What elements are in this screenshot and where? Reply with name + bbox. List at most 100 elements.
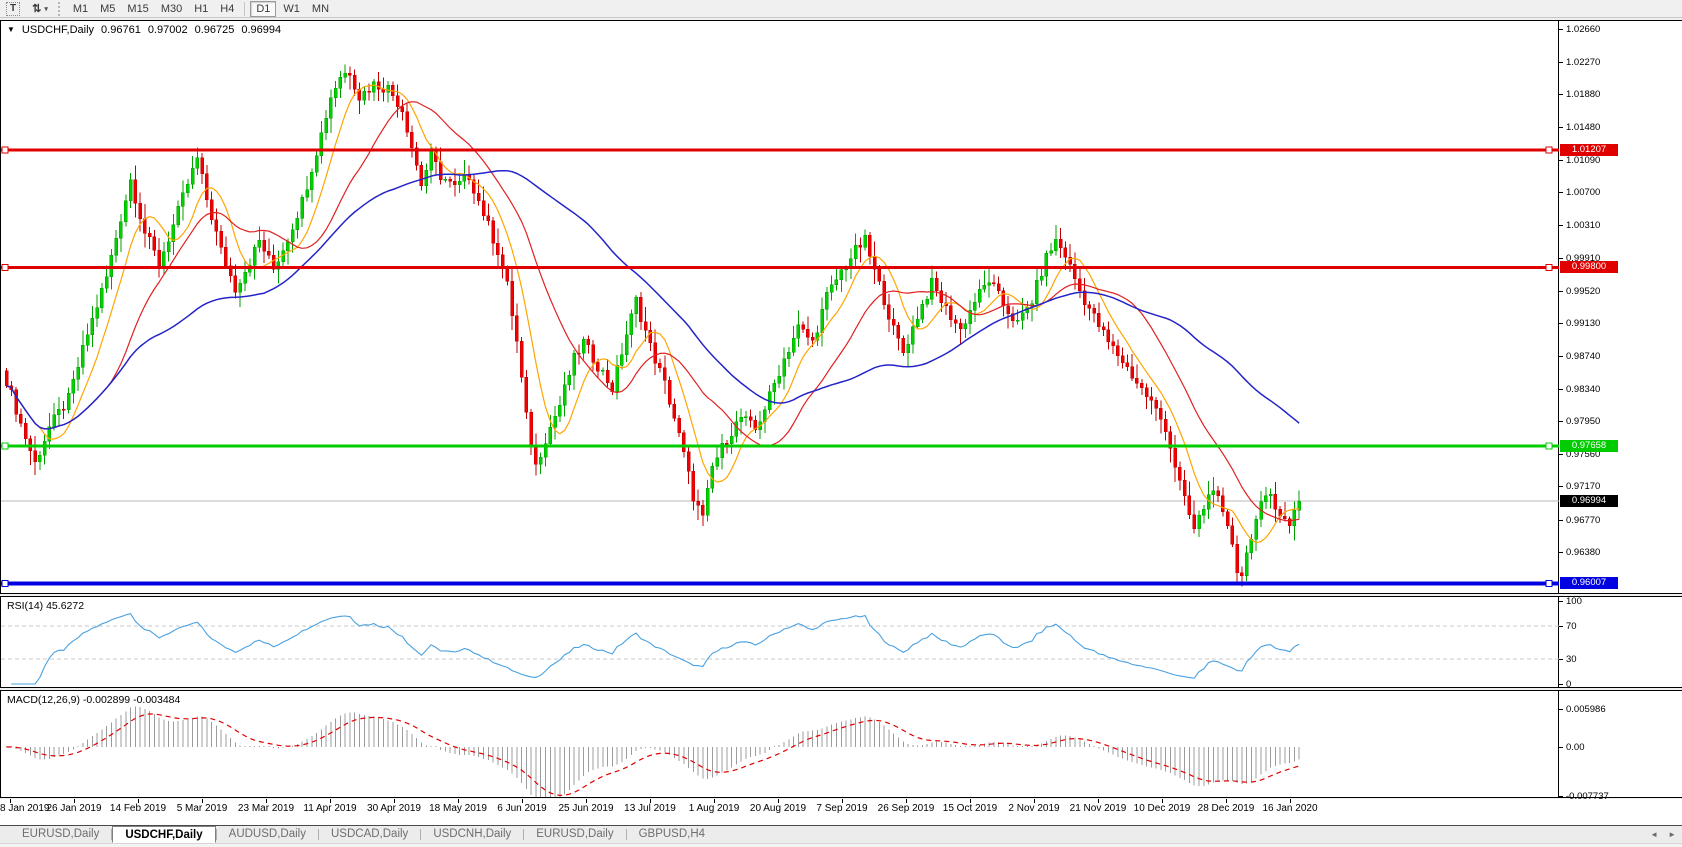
tab-scroll-buttons: ◄ ► [1650,826,1676,843]
axis-tick [1559,291,1563,292]
axis-tick [1559,127,1563,128]
ohlc-high: 0.97002 [148,24,188,36]
chart-tab-gbpusd-h4[interactable]: GBPUSD,H4 [627,826,717,843]
rsi-svg [1,597,1559,689]
timeframe-button-m15[interactable]: M15 [122,1,153,17]
chevron-down-icon: ▾ [44,5,48,13]
timeframe-button-w1[interactable]: W1 [278,1,305,17]
timeframe-button-m5[interactable]: M5 [95,1,120,17]
axis-tick [1559,29,1563,30]
date-label: 13 Jul 2019 [624,803,676,814]
price-axis-label: 1.01090 [1566,155,1600,166]
axis-tick [1559,709,1563,710]
macd-title: MACD(12,26,9) -0.002899 -0.003484 [7,694,180,706]
rsi-plot[interactable]: RSI(14) 45.6272 [0,597,1559,687]
chart-tab-usdchf-daily[interactable]: USDCHF,Daily [112,826,215,843]
price-axis-label: 0.99130 [1566,318,1600,329]
hline-handle [2,443,8,449]
price-axis[interactable]: 1.026601.022701.018801.014801.010901.007… [1559,21,1682,593]
price-axis-label: 0.98340 [1566,384,1600,395]
date-label: 2 Nov 2019 [1008,803,1059,814]
ma-fast-line [7,85,1300,543]
axis-tick [1559,258,1563,259]
rsi-title: RSI(14) 45.6272 [7,600,84,612]
date-label: 11 Apr 2019 [303,803,356,814]
hline-handle [1546,443,1552,449]
hline-handle [2,264,8,270]
axis-tick [1559,454,1563,455]
rsi-axis[interactable]: 10070300 [1559,597,1682,687]
date-label: 25 Jun 2019 [558,803,613,814]
date-label: 21 Nov 2019 [1070,803,1127,814]
axis-tick [1559,486,1563,487]
price-axis-label: 1.00310 [1566,220,1600,231]
date-label: 10 Dec 2019 [1134,803,1191,814]
date-label: 28 Dec 2019 [1198,803,1255,814]
macd-svg [1,691,1559,799]
chart-tab-eurusd-daily[interactable]: EURUSD,Daily [524,826,625,843]
axis-tick [1559,520,1563,521]
hline-1.01207 [1,149,1559,152]
price-axis-label: 1.02270 [1566,57,1600,68]
main-chart-svg [1,21,1559,595]
ohlc-close: 0.96994 [241,24,281,36]
tab-scroll-left-icon[interactable]: ◄ [1650,830,1658,839]
toolbar: T ⇅ ▾ M1M5M15M30H1H4 D1W1MN [0,0,1682,18]
chart-symbol-label: USDCHF,Daily [22,24,94,36]
macd-plot[interactable]: MACD(12,26,9) -0.002899 -0.003484 [0,691,1559,797]
date-label: 7 Sep 2019 [816,803,867,814]
timeframe-button-h1[interactable]: H1 [189,1,213,17]
timeframe-button-m1[interactable]: M1 [68,1,93,17]
chart-tab-audusd-daily[interactable]: AUDUSD,Daily [217,826,318,843]
chart-tab-usdcnh-daily[interactable]: USDCNH,Daily [421,826,523,843]
tabs-container: EURUSD,DailyUSDCHF,DailyAUDUSD,DailyUSDC… [10,826,717,843]
candlestick-plot[interactable]: ▼ USDCHF,Daily 0.96761 0.97002 0.96725 0… [0,21,1559,593]
price-axis-label: 0.96380 [1566,547,1600,558]
chart-tab-eurusd-daily[interactable]: EURUSD,Daily [10,826,111,843]
arrows-tool-button[interactable]: ⇅ ▾ [27,1,53,17]
date-label: 8 Jan 2019 [0,803,50,814]
timeframe-button-d1[interactable]: D1 [250,1,276,17]
tab-scroll-right-icon[interactable]: ► [1668,830,1676,839]
macd-axis[interactable]: 0.0059860.00-0.007737 [1559,691,1682,797]
chart-ohlc-header: ▼ USDCHF,Daily 0.96761 0.97002 0.96725 0… [7,24,281,36]
date-axis[interactable]: 8 Jan 201926 Jan 201914 Feb 20195 Mar 20… [0,799,1682,825]
price-axis-label: 1.00700 [1566,187,1600,198]
collapse-triangle-icon[interactable]: ▼ [7,24,15,36]
ohlc-low: 0.96725 [195,24,235,36]
text-tool-button[interactable]: T [1,1,25,17]
rsi-axis-label: 30 [1566,654,1577,665]
macd-histogram [7,707,1300,797]
axis-tick [1559,601,1563,602]
axis-tick [1559,323,1563,324]
price-axis-label: 0.97170 [1566,481,1600,492]
date-label: 14 Feb 2019 [110,803,166,814]
hline-handle [2,147,8,153]
hline-price-tag: 0.99800 [1560,261,1618,273]
timeframe-button-m30[interactable]: M30 [156,1,187,17]
date-label: 23 Mar 2019 [238,803,294,814]
macd-axis-label: 0.005986 [1566,704,1606,715]
current-price-tag: 0.96994 [1560,495,1618,507]
hline-handle [1546,580,1552,586]
ohlc-open: 0.96761 [101,24,141,36]
hline-0.99800 [1,266,1559,269]
hline-handle [2,580,8,586]
chart-tab-usdcad-daily[interactable]: USDCAD,Daily [319,826,420,843]
timeframe-button-mn[interactable]: MN [307,1,334,17]
date-label: 20 Aug 2019 [750,803,806,814]
timeframe-button-h4[interactable]: H4 [215,1,239,17]
hline-price-tag: 0.96007 [1560,577,1618,589]
price-axis-label: 0.96770 [1566,515,1600,526]
main-chart-pane: ▼ USDCHF,Daily 0.96761 0.97002 0.96725 0… [0,20,1682,594]
axis-tick [1559,160,1563,161]
macd-pane: MACD(12,26,9) -0.002899 -0.003484 0.0059… [0,690,1682,798]
date-label: 5 Mar 2019 [177,803,228,814]
rsi-axis-label: 0 [1566,679,1571,690]
axis-tick [1559,659,1563,660]
hline-price-tag: 0.97658 [1560,440,1618,452]
rsi-pane: RSI(14) 45.6272 10070300 [0,596,1682,688]
rsi-axis-label: 70 [1566,621,1577,632]
date-label: 15 Oct 2019 [943,803,997,814]
hline-0.97658 [1,444,1559,447]
